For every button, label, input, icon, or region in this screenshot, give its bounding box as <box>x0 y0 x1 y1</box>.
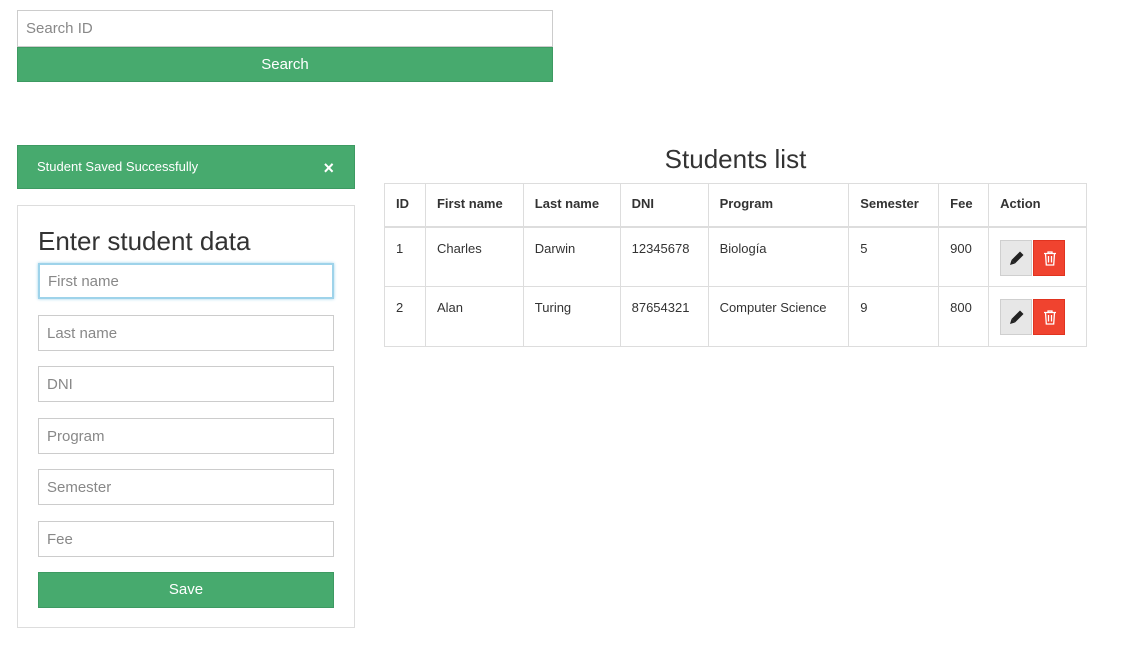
fee-field[interactable] <box>38 521 334 557</box>
cell-fee: 800 <box>938 286 990 347</box>
column-header-last-name: Last name <box>522 183 621 228</box>
search-bar: Search <box>17 10 553 82</box>
cell-actions <box>988 286 1087 347</box>
cell-first-name: Charles <box>424 226 524 287</box>
cell-program: Computer Science <box>707 286 850 347</box>
success-alert: Student Saved Successfully × <box>17 145 355 189</box>
close-icon[interactable]: × <box>323 146 334 190</box>
edit-button[interactable] <box>1000 239 1033 276</box>
pencil-icon <box>1010 310 1024 324</box>
cell-id: 1 <box>384 226 426 287</box>
students-list-title: Students list <box>664 144 807 174</box>
pencil-icon <box>1010 251 1024 265</box>
cell-dni: 87654321 <box>619 286 709 347</box>
column-header-action: Action <box>988 183 1087 228</box>
cell-last-name: Turing <box>522 286 621 347</box>
last-name-field[interactable] <box>38 315 334 351</box>
cell-first-name: Alan <box>424 286 524 347</box>
form-title: Enter student data <box>38 226 251 256</box>
dni-field[interactable] <box>38 366 334 402</box>
trash-icon <box>1044 250 1057 266</box>
program-field[interactable] <box>38 418 334 454</box>
cell-actions <box>988 226 1087 287</box>
column-header-semester: Semester <box>848 183 940 228</box>
column-header-id: ID <box>384 183 426 228</box>
column-header-dni: DNI <box>619 183 709 228</box>
cell-fee: 900 <box>938 226 990 287</box>
save-button[interactable]: Save <box>38 572 334 608</box>
student-form-panel: Enter student data Save <box>17 205 355 628</box>
cell-last-name: Darwin <box>522 226 621 287</box>
first-name-field[interactable] <box>38 263 334 299</box>
cell-dni: 12345678 <box>619 226 709 287</box>
delete-button[interactable] <box>1033 239 1066 276</box>
cell-semester: 5 <box>848 226 940 287</box>
column-header-program: Program <box>707 183 850 228</box>
delete-button[interactable] <box>1033 299 1066 335</box>
table-header-row: ID First name Last name DNI Program Seme… <box>384 183 1087 228</box>
alert-message: Student Saved Successfully <box>37 159 199 174</box>
search-input[interactable] <box>17 10 553 47</box>
column-header-fee: Fee <box>938 183 990 228</box>
table-row: 2 Alan Turing 87654321 Computer Science … <box>384 286 1087 347</box>
cell-semester: 9 <box>848 286 940 347</box>
cell-program: Biología <box>707 226 850 287</box>
column-header-first-name: First name <box>424 183 524 228</box>
search-button[interactable]: Search <box>17 47 553 82</box>
students-table: ID First name Last name DNI Program Seme… <box>384 183 1087 347</box>
edit-button[interactable] <box>1000 299 1033 335</box>
table-row: 1 Charles Darwin 12345678 Biología 5 900 <box>384 226 1087 287</box>
semester-field[interactable] <box>38 469 334 505</box>
cell-id: 2 <box>384 286 426 347</box>
trash-icon <box>1044 310 1057 325</box>
